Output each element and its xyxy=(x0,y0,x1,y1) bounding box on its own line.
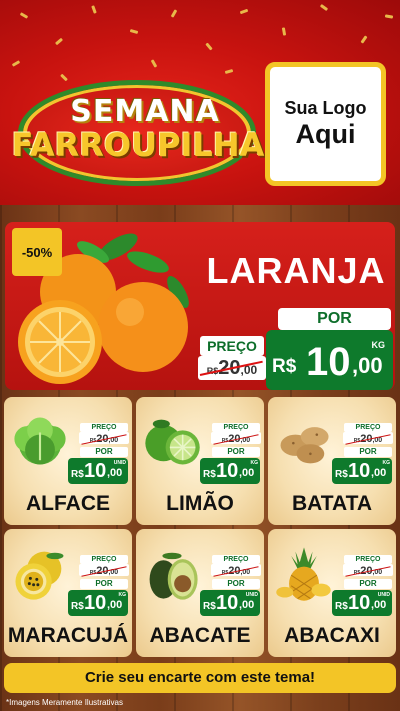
product-price-cents: ,00 xyxy=(239,599,255,611)
logo-placeholder: Sua Logo Aqui xyxy=(265,62,386,186)
product-price-unit: KG xyxy=(382,460,391,466)
discount-badge: -50% xyxy=(12,228,62,276)
product-por-label: POR xyxy=(80,447,128,457)
product-new-price: R$ 10 ,00 KG xyxy=(332,458,392,484)
product-price-cents: ,00 xyxy=(371,599,387,611)
product-preco-label: PREÇO xyxy=(212,423,260,432)
product-new-price: R$ 10 ,00 KG xyxy=(200,458,260,484)
product-price-cents: ,00 xyxy=(107,467,123,479)
product-name: ALFACE xyxy=(26,492,110,515)
product-price-unit: KG xyxy=(118,592,127,598)
product-currency: R$ xyxy=(335,601,348,612)
product-price-unit: UNID xyxy=(113,460,126,466)
product-name: BATATA xyxy=(291,492,373,515)
confetti xyxy=(19,12,29,19)
product-new-price: R$ 10 ,00 UNID xyxy=(200,590,260,616)
product-preco-label: PREÇO xyxy=(344,555,392,564)
confetti xyxy=(224,69,234,74)
confetti xyxy=(239,8,249,15)
avocado-icon xyxy=(149,552,198,600)
product-preco-label: PREÇO xyxy=(212,555,260,564)
hero-price-unit: KG xyxy=(371,340,386,350)
hero-price-value: 10 xyxy=(306,340,351,384)
product-preco-label: PREÇO xyxy=(80,555,128,564)
product-price-unit: UNID xyxy=(245,592,258,598)
product-price-unit: UNID xyxy=(377,592,390,598)
product-new-price: R$ 10 ,00 UNID xyxy=(68,458,128,484)
confetti xyxy=(205,42,213,51)
product-price-value: 10 xyxy=(216,460,239,482)
hero-price-cents: ,00 xyxy=(352,353,383,378)
product-por-label: POR xyxy=(212,579,260,589)
lettuce-icon xyxy=(14,417,66,465)
product-price-value: 10 xyxy=(84,592,107,614)
title-farroupilha: FARROUPILHA xyxy=(11,126,265,164)
passion-fruit-icon xyxy=(15,551,64,600)
confetti xyxy=(360,35,368,44)
confetti xyxy=(281,27,287,36)
product-currency: R$ xyxy=(203,601,216,612)
product-por-label: POR xyxy=(80,579,128,589)
cta-banner[interactable]: Crie seu encarte com este tema! xyxy=(4,663,396,693)
product-price-cents: ,00 xyxy=(239,467,255,479)
confetti xyxy=(170,9,178,18)
logo-text-line2: Aqui xyxy=(295,119,356,149)
product-price-value: 10 xyxy=(348,592,371,614)
hero-currency: R$ xyxy=(272,356,297,377)
hero-product-name: LARANJA xyxy=(206,250,386,291)
product-price-value: 10 xyxy=(348,460,371,482)
hero-por-label: POR xyxy=(278,308,391,330)
product-price-cents: ,00 xyxy=(107,599,123,611)
product-price-value: 10 xyxy=(216,592,239,614)
product-name: LIMÃO xyxy=(166,492,234,515)
hero-new-price: R$ 10 ,00 KG xyxy=(266,330,393,390)
pineapple-icon xyxy=(276,547,331,601)
product-price-unit: KG xyxy=(250,460,259,466)
product-currency: R$ xyxy=(335,469,348,480)
product-preco-label: PREÇO xyxy=(80,423,128,432)
confetti xyxy=(11,60,21,67)
product-preco-label: PREÇO xyxy=(344,423,392,432)
hero-preco-label: PREÇO xyxy=(200,336,264,356)
product-new-price: R$ 10 ,00 KG xyxy=(68,590,128,616)
product-currency: R$ xyxy=(71,601,84,612)
logo-text-line1: Sua Logo xyxy=(284,98,367,118)
title-semana: SEMANA xyxy=(70,94,220,129)
product-price-value: 10 xyxy=(84,460,107,482)
product-name: MARACUJÁ xyxy=(7,624,129,647)
potato-icon xyxy=(280,427,329,464)
confetti xyxy=(129,29,139,34)
product-currency: R$ xyxy=(71,469,84,480)
confetti xyxy=(384,14,394,19)
header-banner: SEMANA FARROUPILHA Sua Logo Aqui xyxy=(0,0,400,205)
confetti xyxy=(319,3,329,12)
product-name: ABACATE xyxy=(149,624,251,647)
product-new-price: R$ 10 ,00 UNID xyxy=(332,590,392,616)
footnote: *Imagens Meramente Ilustrativas xyxy=(6,698,123,707)
product-currency: R$ xyxy=(203,469,216,480)
confetti xyxy=(54,37,64,46)
product-price-cents: ,00 xyxy=(371,467,387,479)
product-por-label: POR xyxy=(344,447,392,457)
lime-icon xyxy=(145,419,200,465)
product-por-label: POR xyxy=(212,447,260,457)
confetti xyxy=(91,5,97,14)
product-name: ABACAXI xyxy=(284,624,380,647)
confetti xyxy=(60,73,68,82)
confetti xyxy=(150,59,158,68)
product-por-label: POR xyxy=(344,579,392,589)
